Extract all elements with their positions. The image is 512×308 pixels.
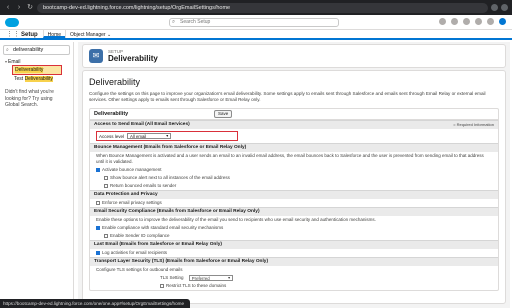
chevron-down-icon: ▼ [165,134,170,138]
header-icons [439,18,506,25]
save-button[interactable]: Save [214,110,233,118]
context-bar: ⋮⋮ Setup Home Object Manager ⌄ [0,30,512,40]
tab-object-manager[interactable]: Object Manager ⌄ [65,30,115,38]
profile-icon[interactable] [501,4,508,11]
quick-find-input[interactable]: ⌕ deliverability [3,45,70,55]
global-header: ⌕ Search Setup [0,15,512,30]
bounce-show-row: Show bounce alert next to all instances … [90,174,498,182]
search-placeholder: Search Setup [180,19,211,25]
sidebar-item-deliverability[interactable]: Deliverability [12,65,62,75]
content-card: Deliverability Configure the settings on… [82,70,506,304]
tls-setting-row: TLS Setting Preferred ▼ [90,274,498,282]
compliance-senderid-label: Enable Sender ID compliance [110,233,170,238]
favorites-icon[interactable] [439,18,446,25]
required-info-label: = Required Information [453,122,494,127]
compliance-senderid-row: Enable Sender ID compliance [90,232,498,240]
bounce-activate-label: Activate bounce management [102,167,162,172]
status-bar-url: https://bootcamp-dev-ed.lightning.force.… [0,299,190,308]
log-activities-row: Log activities for email recipients [90,249,498,257]
privacy-checkbox[interactable] [96,201,100,205]
compliance-description: Enable these options to improve the deli… [96,217,376,222]
bounce-return-label: Return bounced emails to sender [110,183,177,188]
access-level-value: All email [130,134,147,139]
section-last-email: Last Email (Emails from Salesforce or Em… [90,240,498,249]
bounce-description: When Bounce Management is activated and … [96,153,484,164]
sidebar-item-label: Deliverability [15,67,44,73]
reload-icon[interactable]: ↻ [26,4,34,12]
chevron-down-icon: ▼ [227,276,231,280]
address-bar[interactable]: bootcamp-dev-ed.lightning.force.com/ligh… [37,2,488,13]
deliverability-panel: Deliverability Save Access to Send Email… [89,108,499,291]
access-level-row: Access level All email ▼ [96,131,238,141]
panel-header: Deliverability Save [90,109,498,120]
privacy-label: Enforce email privacy settings [102,200,162,205]
content-description: Configure the settings on this page to i… [89,91,486,102]
tls-restrict-checkbox[interactable] [160,284,164,288]
section-tls: Transport Layer Security (TLS) (Emails f… [90,257,498,266]
section-dpp: Data Protection and Privacy [90,190,498,199]
tls-setting-select[interactable]: Preferred ▼ [188,275,233,281]
access-level-select[interactable]: All email ▼ [127,133,172,139]
tree-group-label: Email [8,59,21,65]
search-icon: ⌕ [172,19,176,25]
bell-icon[interactable] [487,18,494,25]
browser-toolbar: ‹ › ↻ bootcamp-dev-ed.lightning.force.co… [0,0,512,15]
compliance-senderid-checkbox[interactable] [104,234,108,238]
panel-title: Deliverability [94,111,129,117]
compliance-sender-label: Enable compliance with standard email se… [102,225,224,230]
bounce-activate-row: Activate bounce management [90,166,498,174]
content-title: Deliverability [89,77,141,87]
app-launcher-icon[interactable]: ⋮⋮ [6,30,20,38]
section-access: Access to Send Email (All Email Services… [90,120,498,129]
chevron-down-icon: ▾ [5,59,8,64]
tls-setting-value: Preferred [191,276,210,281]
setup-sidebar: ⌕ deliverability ▾Email Deliverability T… [0,42,74,308]
search-icon: ⌕ [6,47,9,53]
bounce-return-checkbox[interactable] [104,184,108,188]
page-title: Deliverability [108,54,158,63]
compliance-sender-checkbox[interactable] [96,226,100,230]
bounce-show-label: Show bounce alert next to all instances … [110,175,230,180]
access-level-label: Access level [99,133,125,139]
avatar[interactable] [499,18,506,25]
bounce-activate-checkbox[interactable] [96,168,100,172]
tls-restrict-label: Restrict TLS to these domains [166,283,227,288]
tls-description: Configure TLS settings for outbound emai… [96,267,183,272]
main-area: ✉ SETUP Deliverability Deliverability Co… [78,42,510,308]
page-header: ✉ SETUP Deliverability [82,44,506,68]
log-activities-checkbox[interactable] [96,251,100,255]
email-icon: ✉ [89,49,103,63]
section-bounce: Bounce Management (Emails from Salesforc… [90,143,498,152]
bounce-return-row: Return bounced emails to sender [90,182,498,190]
section-access-title: Access to Send Email (All Email Services… [94,122,190,127]
back-icon[interactable]: ‹ [4,4,12,12]
log-activities-label: Log activities for email recipients [102,250,168,255]
gear-icon[interactable] [475,18,482,25]
forward-icon[interactable]: › [15,4,23,12]
tls-setting-label: TLS Setting [160,275,184,280]
add-icon[interactable] [451,18,458,25]
sidebar-item-label-highlight: Deliverability [24,76,53,82]
section-compliance: Email Security Compliance (Emails from S… [90,207,498,216]
quick-find-value: deliverability [13,47,44,53]
tls-restrict-row: Restrict TLS to these domains [90,282,498,290]
app-name: Setup [21,32,38,38]
privacy-row: Enforce email privacy settings [90,199,498,207]
sidebar-item-test-deliverability[interactable]: Test Deliverability [14,75,73,83]
tab-home[interactable]: Home [42,30,66,38]
sidebar-item-label-prefix: Test [14,76,25,82]
compliance-sender-row: Enable compliance with standard email se… [90,224,498,232]
salesforce-logo[interactable] [5,17,19,27]
setup-search-input[interactable]: ⌕ Search Setup [169,18,339,27]
bounce-show-checkbox[interactable] [104,176,108,180]
help-icon[interactable] [463,18,470,25]
help-text: Didn't find what you're looking for? Try… [5,89,54,108]
extension-icon[interactable] [491,4,498,11]
